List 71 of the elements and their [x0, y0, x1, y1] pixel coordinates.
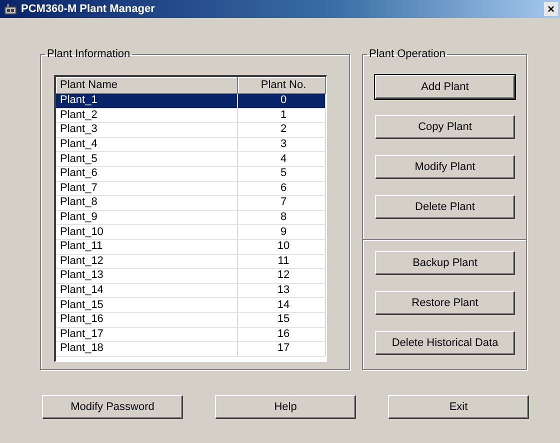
plant-name-cell: Plant_10 — [56, 225, 238, 239]
group-title: Plant Information — [46, 48, 132, 60]
plant-name-cell: Plant_3 — [56, 123, 238, 137]
app-icon — [4, 3, 17, 15]
plant-number-cell: 14 — [238, 298, 326, 312]
plant-number-cell: 12 — [238, 269, 326, 283]
operation-button[interactable]: Restore Plant — [375, 291, 515, 315]
operation-button[interactable]: Delete Historical Data — [375, 331, 515, 355]
list-row[interactable]: Plant_15 14 — [56, 298, 326, 313]
plant-number-cell: 6 — [238, 182, 326, 196]
operation-button[interactable]: Delete Plant — [375, 195, 515, 219]
plant-number-cell: 7 — [238, 196, 326, 210]
list-row[interactable]: Plant_1 0 — [56, 94, 326, 109]
dialog-button[interactable]: Help — [215, 395, 356, 419]
plant-name-cell: Plant_12 — [56, 254, 238, 268]
plant-name-cell: Plant_17 — [56, 328, 238, 342]
plant-name-cell: Plant_4 — [56, 138, 238, 152]
plant-name-cell: Plant_2 — [56, 108, 238, 122]
list-row[interactable]: Plant_3 2 — [56, 123, 326, 138]
plant-number-cell: 3 — [238, 138, 326, 152]
list-row[interactable]: Plant_10 9 — [56, 225, 326, 240]
plant-number-cell: 1 — [238, 108, 326, 122]
plant-name-cell: Plant_7 — [56, 182, 238, 196]
plant-number-cell: 17 — [238, 342, 326, 356]
operation-button[interactable]: Add Plant — [375, 75, 515, 99]
plant-name-cell: Plant_14 — [56, 284, 238, 298]
list-row[interactable]: Plant_2 1 — [56, 108, 326, 124]
plant-name-cell: Plant_13 — [56, 269, 238, 283]
plant-number-cell: 4 — [238, 152, 326, 166]
list-row[interactable]: Plant_5 4 — [56, 152, 326, 167]
plant-name-cell: Plant_11 — [56, 240, 238, 254]
plant-number-cell: 2 — [238, 123, 326, 137]
plant-number-cell: 11 — [238, 254, 326, 268]
plant-number-cell: 13 — [238, 284, 326, 298]
list-row[interactable]: Plant_13 12 — [56, 269, 326, 284]
plant-number-cell: 15 — [238, 312, 326, 326]
plant-name-cell: Plant_16 — [56, 312, 238, 326]
plant-name-cell: Plant_8 — [56, 196, 238, 210]
plant-name-cell: Plant_9 — [56, 210, 238, 224]
plant-name-cell: Plant_15 — [56, 298, 238, 312]
plant-name-cell: Plant_18 — [56, 342, 238, 356]
plant-number-cell: 8 — [238, 210, 326, 224]
list-row[interactable]: Plant_17 16 — [56, 328, 326, 342]
window-title: PCM360-M Plant Manager — [21, 3, 156, 15]
list-row[interactable]: Plant_6 5 — [56, 166, 326, 182]
group-title: Plant Operation — [368, 48, 446, 60]
dialog-button[interactable]: Modify Password — [42, 395, 183, 419]
plant-number-cell: 5 — [238, 166, 326, 181]
list-row[interactable]: Plant_18 17 — [56, 342, 326, 357]
plant-number-cell: 16 — [238, 328, 326, 342]
plant-number-cell: 10 — [238, 240, 326, 254]
operation-button[interactable]: Modify Plant — [375, 155, 515, 179]
list-row[interactable]: Plant_4 3 — [56, 138, 326, 152]
plant-name-cell: Plant_1 — [56, 94, 238, 108]
list-row[interactable]: Plant_11 10 — [56, 240, 326, 255]
plant-name-cell: Plant_5 — [56, 152, 238, 166]
operation-button[interactable]: Copy Plant — [375, 115, 515, 139]
list-row[interactable]: Plant_9 8 — [56, 210, 326, 226]
plant-number-cell: 9 — [238, 225, 326, 239]
list-row[interactable]: Plant_7 6 — [56, 182, 326, 196]
operation-button[interactable]: Backup Plant — [375, 251, 515, 275]
dialog-button[interactable]: Exit — [388, 395, 529, 419]
list-row[interactable]: Plant_14 13 — [56, 284, 326, 298]
column-header[interactable]: Plant No. — [238, 77, 326, 94]
list-row[interactable]: Plant_12 11 — [56, 254, 326, 270]
list-row[interactable]: Plant_16 15 — [56, 312, 326, 328]
column-header[interactable]: Plant Name — [56, 77, 238, 94]
close-button[interactable]: × — [544, 2, 558, 16]
plant-name-cell: Plant_6 — [56, 166, 238, 181]
list-row[interactable]: Plant_8 7 — [56, 196, 326, 211]
plant-number-cell: 0 — [238, 94, 326, 108]
